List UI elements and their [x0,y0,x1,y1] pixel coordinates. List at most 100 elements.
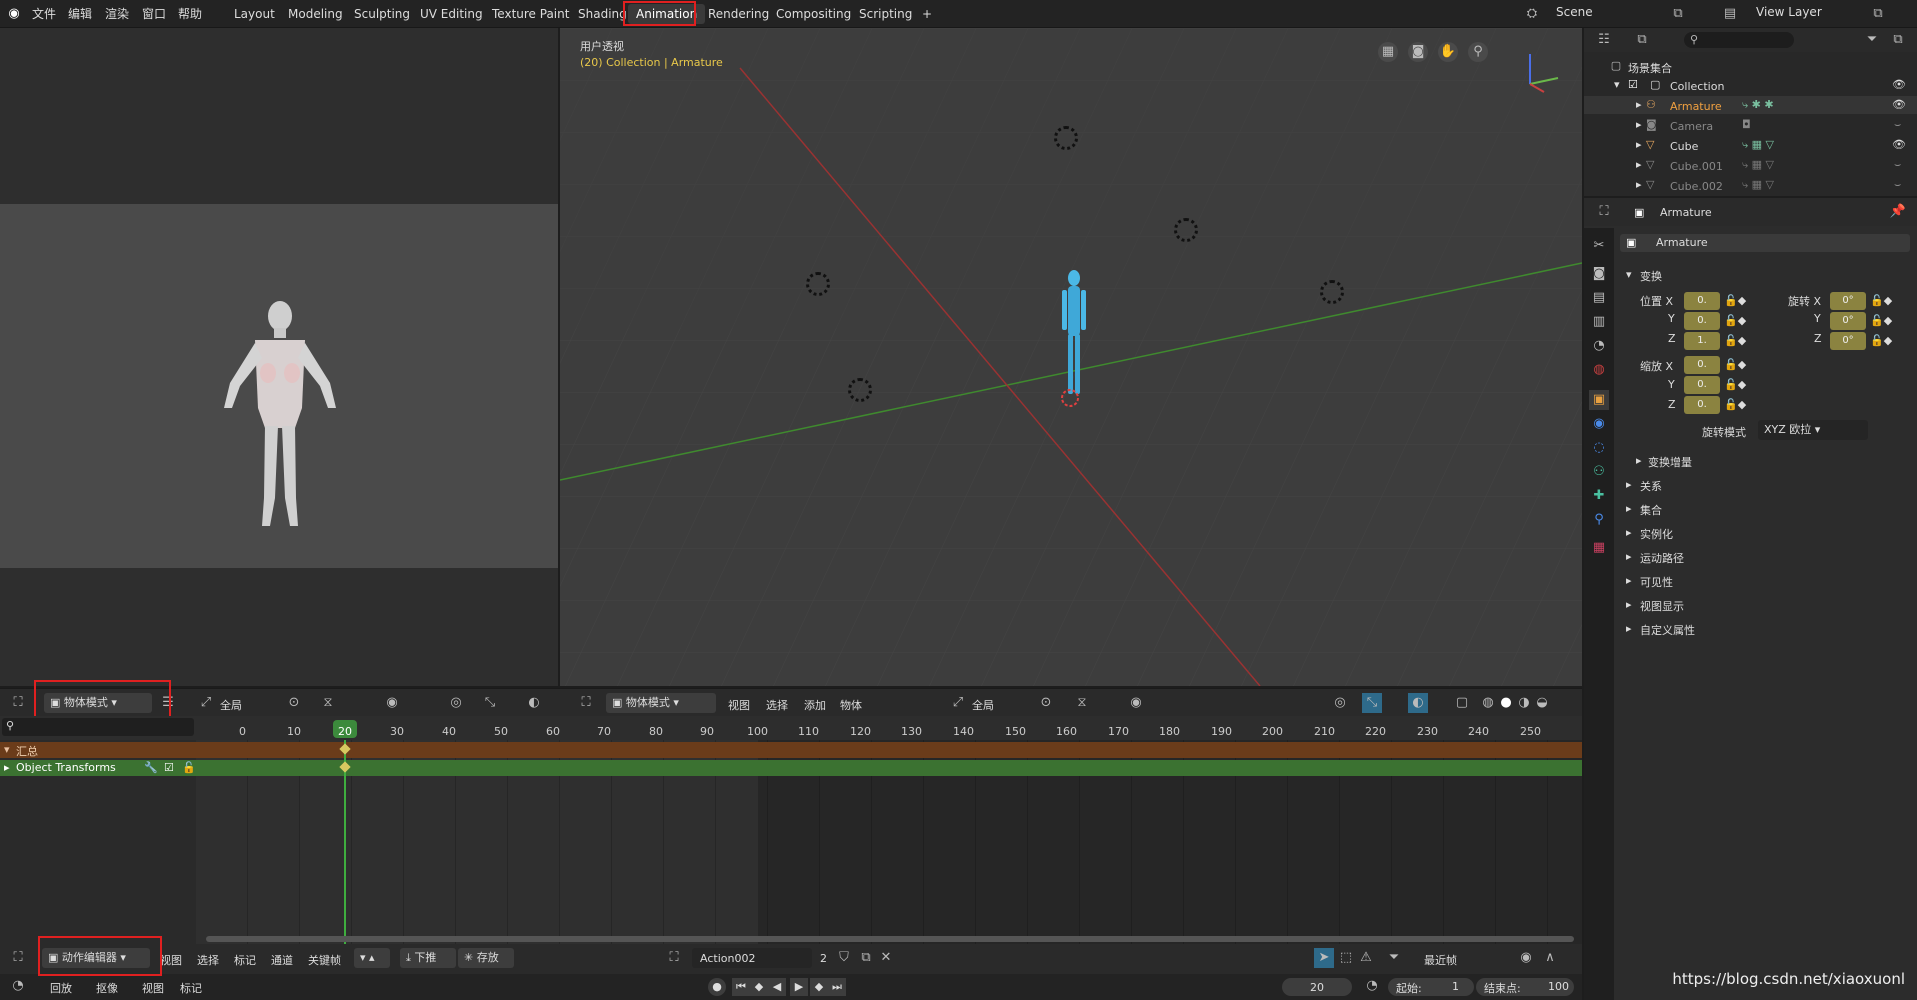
camera-viewport[interactable] [0,28,558,686]
collections-panel[interactable]: 集合 [1640,502,1662,518]
expand-arrow-icon[interactable]: ▸ [1636,138,1642,151]
overlay-icon[interactable]: ◐ [1408,693,1428,713]
only-selected-icon[interactable]: ➤ [1314,948,1334,968]
transform-panel-title[interactable]: 变换 [1640,268,1662,284]
viewport-display-panel[interactable]: 视图显示 [1640,598,1684,614]
editor-type-icon[interactable]: ⛶ [8,948,28,968]
object-tab-icon[interactable]: ▣ [1589,390,1609,410]
prev-keyframe-icon[interactable]: ◆ [750,978,768,996]
snap-mode-select[interactable]: 最近帧 [1424,952,1457,968]
lock-icon[interactable]: 🔓◆ [1870,334,1892,347]
end-frame-field[interactable]: 结束点: 100 [1476,978,1574,996]
menu-view[interactable]: 视图 [142,980,164,996]
zoom-icon[interactable]: ⚲ [1468,42,1488,62]
record-icon[interactable]: ● [708,978,726,996]
summary-row[interactable]: ▾ 汇总 [0,742,1582,758]
render-tab-icon[interactable]: ◙ [1589,264,1609,284]
menu-view[interactable]: 视图 [728,697,750,713]
play-reverse-icon[interactable]: ◀ [768,978,786,996]
menu-keying[interactable]: 抠像 [96,980,118,996]
stash-button[interactable]: ✳ 存放 [458,948,514,968]
clock-icon[interactable]: ◔ [8,976,28,996]
outliner-search-input[interactable]: ⚲ [1684,32,1794,48]
physics-tab-icon[interactable]: ⚇ [1589,462,1609,482]
filter-icon[interactable]: ⏷ [1384,948,1404,968]
solid-shading-icon[interactable]: ● [1496,693,1516,713]
jump-end-icon[interactable]: ⏭ [828,978,846,996]
frame-ruler[interactable]: ⚲ 0 10 20 30 40 50 60 70 80 90 100 110 1… [0,716,1582,740]
eye-hidden-icon[interactable]: ⌣ [1894,158,1901,172]
object-name-field[interactable]: ▣ Armature [1620,234,1910,252]
relations-panel[interactable]: 关系 [1640,478,1662,494]
gizmo-icon[interactable]: ⤡ [1362,693,1382,713]
snap-icon[interactable]: ⧖ [1072,693,1092,713]
panel-arrow-icon[interactable]: ▸ [1636,454,1642,467]
location-x-field[interactable]: 0. [1684,292,1720,310]
gizmo-icon[interactable]: ⤡ [480,693,500,713]
expand-arrow-icon[interactable]: ▾ [4,743,10,756]
tab-scripting[interactable]: Scripting [851,4,920,24]
panel-arrow-icon[interactable]: ▸ [1626,526,1632,539]
light-icon[interactable] [806,272,830,296]
rendered-shading-icon[interactable]: ◒ [1532,693,1552,713]
data-tab-icon[interactable]: ⚲ [1589,510,1609,530]
outliner-row-cube[interactable]: ▸ ▽ Cube ⤷ ▦ ▽ 👁 [1584,136,1917,154]
visibility-panel[interactable]: 可见性 [1640,574,1673,590]
visibility-icon[interactable]: ◎ [446,693,466,713]
only-errors-icon[interactable]: ⚠ [1356,948,1376,968]
outliner-row-collection[interactable]: ▾ ☑ ▢ Collection 👁 [1584,76,1917,94]
horizontal-scrollbar[interactable] [206,936,1574,942]
menu-object[interactable]: 物体 [840,697,862,713]
menu-edit[interactable]: 编辑 [68,5,92,22]
tab-rendering[interactable]: Rendering [700,4,777,24]
lock-icon[interactable]: 🔓◆ [1724,378,1746,391]
overlay-icon[interactable]: ◐ [524,693,544,713]
xray-icon[interactable]: ▢ [1452,693,1472,713]
menu-window[interactable]: 窗口 [142,5,166,22]
eye-hidden-icon[interactable]: ⌣ [1894,178,1901,192]
lock-icon[interactable]: 🔓◆ [1724,398,1746,411]
3d-viewport[interactable]: 用户透视 (20) Collection | Armature ▦ ◙ ✋ ⚲ [560,28,1582,686]
menu-file[interactable]: 文件 [32,5,56,22]
expand-arrow-icon[interactable]: ▸ [1636,118,1642,131]
light-icon[interactable] [1054,126,1078,150]
outliner-row-armature[interactable]: ▸ ⚇ Armature ⤷ ✱ ✱ 👁 [1584,96,1917,114]
particles-tab-icon[interactable]: ◌ [1589,438,1609,458]
current-frame-field[interactable]: 20 [1282,978,1352,996]
checkbox-icon[interactable]: ☑ [164,761,174,774]
pan-hand-icon[interactable]: ✋ [1438,42,1458,62]
new-view-layer-icon[interactable]: ⧉ [1868,4,1888,24]
object-transforms-row[interactable]: ▸ Object Transforms 🔧 ☑ 🔓 [0,760,1582,776]
panel-arrow-icon[interactable]: ▸ [1626,622,1632,635]
jump-start-icon[interactable]: ⏮ [732,978,750,996]
left-mode-selector[interactable]: ▣ 物体模式 ▾ [44,693,152,713]
editor-type-icon[interactable]: ⛶ [8,693,28,713]
menu-add[interactable]: 添加 [804,697,826,713]
custom-properties-panel[interactable]: 自定义属性 [1640,622,1695,638]
left-transform-orientation[interactable]: 全局 [220,697,242,713]
tab-layout[interactable]: Layout [226,4,283,24]
toggle-ortho-icon[interactable]: ▦ [1378,42,1398,62]
motion-paths-panel[interactable]: 运动路径 [1640,550,1684,566]
menu-render[interactable]: 渲染 [105,5,129,22]
light-icon[interactable] [848,378,872,402]
tab-texture-paint[interactable]: Texture Paint [484,4,577,24]
rotation-mode-select[interactable]: XYZ 欧拉 ▾ [1758,420,1868,440]
action-name-field[interactable]: Action002 [692,948,812,968]
tab-uv-editing[interactable]: UV Editing [412,4,491,24]
new-scene-icon[interactable]: ⧉ [1668,4,1688,24]
view-layer-selector[interactable]: View Layer [1756,5,1822,19]
location-z-field[interactable]: 1. [1684,332,1720,350]
camera-view-icon[interactable]: ◙ [1408,42,1428,62]
next-keyframe-icon[interactable]: ◆ [810,978,828,996]
pivot-icon[interactable]: ⊙ [284,693,304,713]
instancing-panel[interactable]: 实例化 [1640,526,1673,542]
panel-arrow-icon[interactable]: ▸ [1626,478,1632,491]
menu-view[interactable]: 视图 [160,952,182,968]
preview-range-icon[interactable]: ◔ [1362,976,1382,996]
panel-arrow-icon[interactable]: ▸ [1626,574,1632,587]
add-workspace-button[interactable]: + [914,4,940,24]
lock-icon[interactable]: 🔓◆ [1870,314,1892,327]
menu-help[interactable]: 帮助 [178,5,202,22]
channel-search-input[interactable]: ⚲ [2,718,194,736]
